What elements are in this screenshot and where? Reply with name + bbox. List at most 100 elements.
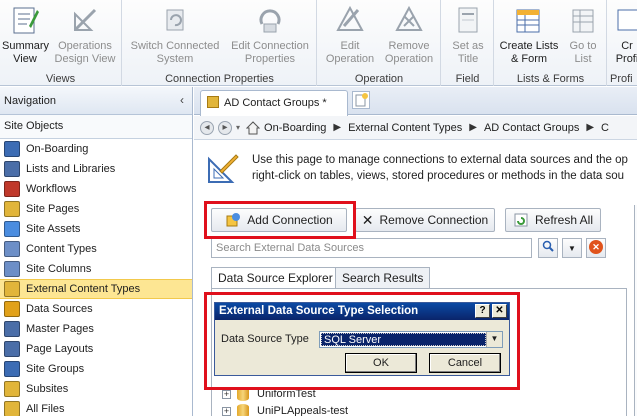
close-button[interactable]: ✕ [492, 304, 507, 318]
summary-view-button[interactable]: Summary View [2, 4, 49, 66]
remove-operation-label: Remove Operation [384, 40, 434, 65]
site-objects-heading[interactable]: Site Objects [0, 115, 192, 139]
description-line: Use this page to manage connections to e… [252, 154, 628, 166]
workflow-icon [4, 181, 20, 197]
tree-item[interactable]: + UniPLAppeals-test [222, 403, 348, 416]
data-source-type-label: Data Source Type [221, 333, 309, 345]
sidebar-item-label: All Files [26, 403, 65, 415]
database-icon [237, 387, 249, 401]
clear-search-button[interactable]: ✕ [586, 238, 606, 258]
sidebar-item[interactable]: Workflows [0, 179, 192, 199]
remove-operation-button[interactable]: Remove Operation [380, 4, 438, 66]
expand-icon[interactable]: + [222, 389, 231, 399]
selected-value: SQL Server [321, 333, 486, 346]
chevron-down-icon[interactable]: ▼ [486, 332, 502, 347]
breadcrumb-item[interactable]: C [601, 122, 609, 134]
page-description: Use this page to manage connections to e… [252, 152, 637, 184]
edit-operation-button[interactable]: Edit Operation [322, 4, 378, 66]
add-connection-label: Add Connection [247, 213, 333, 227]
set-as-title-label: Set as Title [452, 40, 484, 65]
search-icon [542, 240, 554, 252]
tab-data-source-explorer[interactable]: Data Source Explorer [211, 267, 340, 289]
sidebar-item-label: Content Types [26, 243, 97, 255]
external-data-source-type-dialog: External Data Source Type Selection ? ✕ … [214, 302, 510, 376]
sidebar-item[interactable]: On-Boarding [0, 139, 192, 159]
ribbon-group-views: Summary View Operations Design View View… [0, 0, 122, 86]
help-button[interactable]: ? [475, 304, 490, 318]
master-pages-icon [4, 321, 20, 337]
ribbon-group-lists-forms: Create Lists & Form Go to List Lists & F… [495, 0, 607, 86]
add-connection-button[interactable]: Add Connection [211, 208, 347, 232]
expand-icon[interactable]: + [222, 406, 231, 416]
pages-icon [4, 201, 20, 217]
dialog-title-bar: External Data Source Type Selection ? ✕ [215, 303, 509, 320]
all-files-icon [4, 401, 20, 416]
ribbon-group-label: Field [455, 73, 480, 85]
sidebar-item[interactable]: Master Pages [0, 319, 192, 339]
remove-operation-icon [395, 5, 423, 31]
forward-icon[interactable]: ▸ [218, 120, 232, 135]
collapse-navigation-icon[interactable]: ‹ [180, 93, 184, 107]
sidebar-item[interactable]: All Files [0, 399, 192, 416]
external-content-types-icon [4, 281, 20, 297]
create-lists-icon [516, 9, 540, 33]
data-sources-icon [4, 301, 20, 317]
search-button[interactable] [538, 238, 558, 258]
sidebar-item[interactable]: Site Assets [0, 219, 192, 239]
sidebar-item[interactable]: Content Types [0, 239, 192, 259]
sidebar-item[interactable]: Page Layouts [0, 339, 192, 359]
create-profile-button[interactable]: Cr Profi [612, 4, 637, 66]
navigation-title: Navigation [4, 95, 56, 107]
set-as-title-button[interactable]: Set as Title [446, 4, 490, 66]
breadcrumb: ◂ ▸ ▾ On-Boarding ▶ External Content Typ… [194, 116, 637, 140]
sidebar-item[interactable]: External Content Types [0, 279, 192, 299]
create-lists-form-button[interactable]: Create Lists & Form [497, 4, 561, 66]
breadcrumb-item[interactable]: On-Boarding [264, 122, 326, 134]
home-icon[interactable] [246, 120, 261, 135]
sidebar-item[interactable]: Site Pages [0, 199, 192, 219]
create-lists-form-label: Create Lists & Form [499, 40, 559, 65]
design-view-icon [73, 8, 97, 32]
go-to-list-button[interactable]: Go to List [563, 4, 603, 66]
document-tab-strip: AD Contact Groups * [194, 87, 637, 116]
sidebar-item[interactable]: Subsites [0, 379, 192, 399]
list-icon [4, 161, 20, 177]
sidebar-item[interactable]: Lists and Libraries [0, 159, 192, 179]
sidebar-item-label: External Content Types [26, 283, 141, 295]
new-tab-button[interactable] [352, 91, 370, 109]
chevron-down-icon: ▼ [568, 244, 576, 253]
refresh-all-button[interactable]: Refresh All [505, 208, 601, 232]
ribbon-group-label: Lists & Forms [516, 73, 585, 85]
breadcrumb-item[interactable]: External Content Types [348, 122, 462, 134]
tab-ad-contact-groups[interactable]: AD Contact Groups * [200, 90, 348, 116]
breadcrumb-item[interactable]: AD Contact Groups [484, 122, 579, 134]
sidebar-item[interactable]: Site Columns [0, 259, 192, 279]
back-icon[interactable]: ◂ [200, 120, 214, 135]
home-icon [4, 141, 20, 157]
tree-item-label: UniformTest [257, 388, 316, 400]
refresh-all-label: Refresh All [534, 213, 594, 227]
edit-operation-label: Edit Operation [325, 40, 375, 65]
search-input[interactable]: Search External Data Sources [211, 238, 532, 258]
sidebar-item-label: Site Groups [26, 363, 85, 375]
go-to-list-label: Go to List [569, 40, 597, 65]
assets-icon [4, 221, 20, 237]
design-tools-icon [208, 154, 239, 183]
forward-dropdown-icon[interactable]: ▾ [236, 123, 240, 132]
data-source-type-select[interactable]: SQL Server ▼ [319, 331, 503, 348]
tab-search-results[interactable]: Search Results [335, 267, 431, 288]
sidebar-item[interactable]: Data Sources [0, 299, 192, 319]
remove-connection-button[interactable]: ✕ Remove Connection [355, 208, 495, 232]
tree-item[interactable]: + UniformTest [222, 386, 316, 402]
ok-button[interactable]: OK [345, 353, 417, 373]
operations-design-view-button[interactable]: Operations Design View [52, 4, 118, 66]
edit-connection-properties-button[interactable]: Edit Connection Properties [225, 4, 315, 66]
summary-view-icon [13, 7, 39, 34]
cancel-button[interactable]: Cancel [429, 353, 501, 373]
create-profile-icon [617, 9, 637, 31]
sidebar-item-label: Site Pages [26, 203, 80, 215]
ribbon-group-profile: Cr Profi Profi [608, 0, 637, 86]
search-options-dropdown[interactable]: ▼ [562, 238, 582, 258]
sidebar-item[interactable]: Site Groups [0, 359, 192, 379]
switch-connected-system-button[interactable]: Switch Connected System [129, 4, 221, 66]
